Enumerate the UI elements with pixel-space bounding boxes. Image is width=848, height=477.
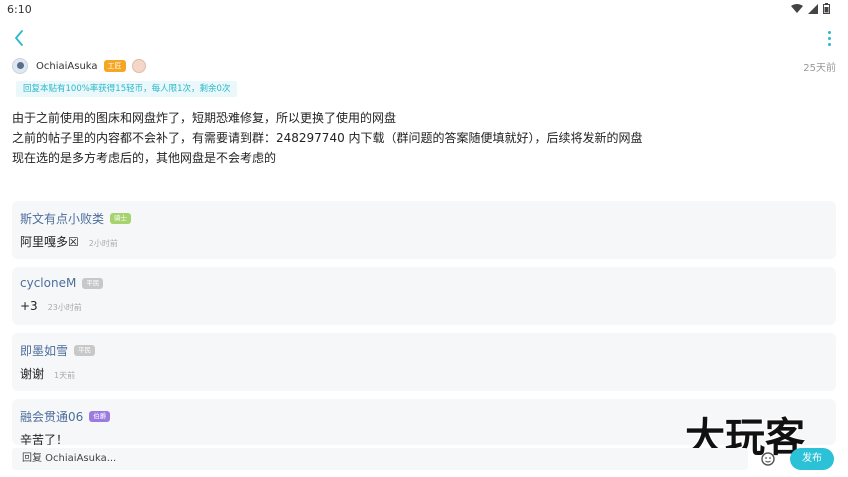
post-content: 由于之前使用的图床和网盘炸了，短期恐难修复，所以更换了使用的网盘 之前的帖子里的…	[12, 108, 832, 168]
commenter-name[interactable]: cycloneM	[20, 276, 76, 290]
status-bar: 6:10	[0, 0, 848, 20]
commenter-badge: 平民	[74, 345, 96, 356]
author-name[interactable]: OchiaiAsuka	[36, 61, 98, 72]
post-paragraph: 之前的帖子里的内容都不会补了，有需要请到群：248297740 内下载（群问题的…	[12, 131, 643, 145]
commenter-badge: 平民	[82, 277, 104, 289]
dot-icon	[827, 30, 831, 34]
comment-time: 2小时前	[88, 239, 118, 248]
top-bar	[0, 22, 848, 54]
comment-item[interactable]: 斯文有点小败类 骑士 阿里嘎多☒ 2小时前	[12, 201, 836, 259]
commenter-name[interactable]: 融会贯通06	[20, 408, 83, 425]
commenter-name[interactable]: 斯文有点小败类	[20, 210, 104, 227]
reward-notice: 回复本贴有100%率获得15轻币，每人限1次，剩余0次	[16, 81, 238, 97]
more-options-button[interactable]	[822, 26, 836, 50]
comment-text: 辛苦了！	[20, 433, 69, 445]
author-row: OchiaiAsuka 工匠 25天前	[12, 56, 836, 76]
comment-item[interactable]: 即墨如雪 平民 谢谢 1天前	[12, 333, 836, 391]
reply-input[interactable]: 回复 OchiaiAsuka...	[12, 448, 748, 470]
comment-text: +3	[20, 299, 38, 313]
comment-text: 阿里嘎多☒	[20, 235, 79, 249]
level-badge: 工匠	[103, 60, 126, 72]
battery-icon	[823, 3, 830, 14]
dot-icon	[827, 42, 831, 46]
comment-time: 1天前	[54, 371, 76, 380]
comment-time: 23小时前	[47, 303, 82, 312]
chevron-left-icon	[15, 30, 23, 46]
status-icons	[791, 3, 830, 14]
post-paragraph: 由于之前使用的图床和网盘炸了，短期恐难修复，所以更换了使用的网盘	[12, 111, 397, 125]
signal-icon	[808, 3, 818, 14]
status-time: 6:10	[7, 3, 32, 16]
comment-item[interactable]: 融会贯通06 伯爵 辛苦了！	[12, 399, 836, 445]
post-time: 25天前	[803, 62, 836, 74]
back-button[interactable]	[8, 26, 30, 50]
bottom-bar: 回复 OchiaiAsuka... 发布	[0, 447, 848, 477]
dot-icon	[827, 36, 831, 40]
wifi-icon	[791, 3, 803, 13]
medal-icon	[131, 59, 146, 73]
commenter-badge: 骑士	[110, 213, 132, 224]
post-paragraph: 现在选的是多方考虑后的，其他网盘是不会考虑的	[12, 151, 277, 165]
commenter-name[interactable]: 即墨如雪	[20, 342, 68, 359]
author-avatar[interactable]	[12, 58, 28, 74]
commenter-badge: 伯爵	[89, 411, 111, 422]
comment-item[interactable]: cycloneM 平民 +3 23小时前	[12, 267, 836, 325]
publish-button[interactable]: 发布	[790, 448, 834, 470]
emoji-icon[interactable]	[761, 452, 775, 466]
comment-text: 谢谢	[20, 367, 45, 381]
